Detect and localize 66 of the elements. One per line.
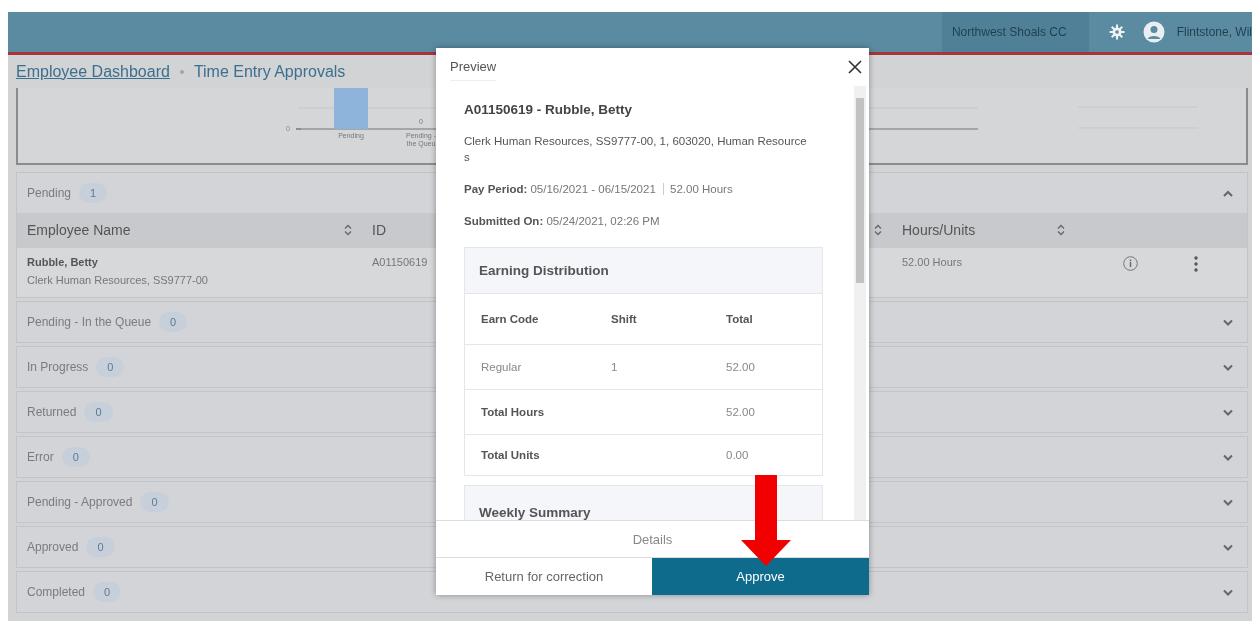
more-options-icon[interactable] [1194, 256, 1198, 272]
employee-heading: A01150619 - Rubble, Betty [464, 102, 634, 117]
expand-chevron-icon[interactable] [1223, 318, 1233, 326]
section-title[interactable]: Pending - In the Queue [27, 315, 152, 329]
section-title[interactable]: Completed [27, 585, 86, 599]
column-header[interactable]: Hours/Units [902, 222, 976, 238]
job-details: Clerk Human Resources, SS9777-00, 1, 603020, Human Resources [464, 134, 808, 165]
count-badge: 0 [86, 537, 115, 557]
submitted-text: Submitted On: 05/24/2021, 02:26 PM [464, 215, 661, 227]
section-title[interactable]: Returned [27, 405, 77, 419]
expand-chevron-icon[interactable] [1223, 588, 1233, 596]
close-icon[interactable] [847, 59, 863, 75]
page-title: Time Entry Approvals [193, 62, 346, 81]
chart-bar [334, 88, 368, 129]
return-button[interactable]: Return for correction [436, 558, 652, 595]
column-header[interactable]: Employee Name [27, 222, 131, 238]
section-title[interactable]: Approved [27, 540, 79, 554]
collapse-chevron-icon[interactable] [1223, 189, 1233, 197]
count-badge: 0 [96, 357, 125, 377]
table-cell-text: 1 [611, 361, 619, 373]
expand-chevron-icon[interactable] [1223, 498, 1233, 506]
separator-icon [179, 69, 184, 74]
sort-icon[interactable] [344, 224, 352, 236]
pay-period-text: Pay Period: 05/16/2021 - 06/15/2021 52.00 Hours [464, 183, 734, 195]
table-cell-text: A01150619 [371, 255, 429, 268]
column-header[interactable]: ID [372, 222, 386, 238]
sort-icon[interactable] [1057, 224, 1065, 236]
employee-name: Rubble, Betty [27, 256, 99, 268]
scrollbar[interactable] [854, 86, 866, 520]
position-text: Clerk Human Resources, SS9777-00 [27, 274, 209, 286]
section-title[interactable]: Pending - Approved [27, 495, 133, 509]
column-header: Earn Code [481, 313, 540, 325]
modal-title: Preview [450, 53, 497, 81]
expand-chevron-icon[interactable] [1223, 543, 1233, 551]
table-cell-text: Regular [481, 361, 523, 373]
count-badge: 0 [140, 492, 169, 512]
count-badge: 0 [159, 312, 188, 332]
count-badge: 0 [93, 582, 122, 602]
expand-chevron-icon[interactable] [1223, 408, 1233, 416]
approve-button[interactable]: Approve [652, 558, 869, 595]
sort-icon[interactable] [874, 224, 882, 236]
settings-icon[interactable] [1108, 24, 1125, 40]
table-cell-text: Total Units [481, 449, 541, 461]
column-header: Total [726, 313, 754, 325]
user-avatar-icon[interactable] [1142, 21, 1165, 43]
section-title[interactable]: Pending [27, 186, 72, 200]
info-icon[interactable] [1122, 256, 1138, 271]
section-title[interactable]: Error [27, 450, 54, 464]
column-header: Shift [611, 313, 638, 325]
expand-chevron-icon[interactable] [1223, 453, 1233, 461]
user-name[interactable]: Flintstone, Wil [1176, 25, 1252, 39]
table-cell-text: Total Hours [481, 406, 546, 418]
count-badge: 0 [61, 447, 90, 467]
details-button[interactable]: Details [436, 521, 869, 557]
table-cell-text: 52.00 [726, 406, 756, 418]
institution-name: Northwest Shoals CC [941, 12, 1089, 52]
card-title: Earning Distribution [465, 248, 822, 294]
breadcrumb-link[interactable]: Employee Dashboard [16, 62, 170, 81]
table-cell-text: 0.00 [726, 449, 750, 461]
count-badge: 1 [79, 183, 108, 203]
card-title: Weekly Summary [465, 486, 822, 520]
table-cell-text: 52.00 Hours [901, 255, 963, 268]
table-cell-text: 52.00 [726, 361, 756, 373]
section-title[interactable]: In Progress [27, 360, 89, 374]
expand-chevron-icon[interactable] [1223, 363, 1233, 371]
count-badge: 0 [84, 402, 113, 422]
